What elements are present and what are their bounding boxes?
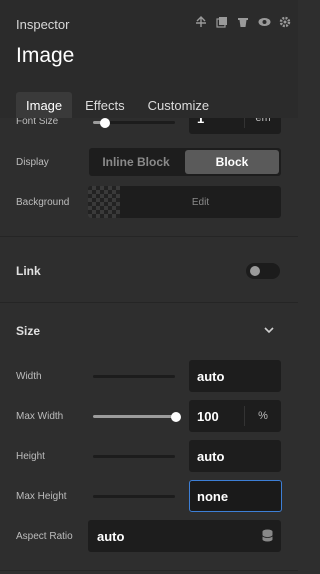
background-edit-label: Edit [191, 196, 210, 208]
tab-image[interactable]: Image [16, 92, 73, 118]
background-label: Background [16, 197, 70, 208]
max-height-label: Max Height [16, 491, 67, 502]
display-label: Display [16, 157, 49, 168]
background-picker[interactable]: Edit [88, 186, 281, 218]
display-row: Display Inline Block Block [0, 148, 298, 178]
inspector-subtitle: Inspector [16, 17, 70, 32]
width-input[interactable]: auto [189, 360, 281, 392]
link-toggle[interactable] [246, 263, 280, 279]
height-value: auto [197, 449, 225, 464]
width-slider[interactable] [93, 375, 175, 378]
divider [0, 302, 298, 303]
display-inline-block-option[interactable]: Inline Block [89, 148, 183, 176]
max-height-input[interactable]: none [189, 480, 282, 512]
chevron-down-icon[interactable] [264, 323, 274, 337]
max-width-slider[interactable] [93, 415, 175, 418]
display-block-option[interactable]: Block [185, 150, 279, 174]
link-label: Link [16, 264, 41, 278]
copy-icon[interactable] [215, 15, 229, 29]
height-slider[interactable] [93, 455, 175, 458]
eye-icon[interactable] [257, 15, 271, 29]
transparency-swatch [88, 186, 120, 218]
aspect-ratio-value: auto [97, 529, 125, 544]
width-value: auto [197, 369, 225, 384]
display-toggle: Inline Block Block [89, 148, 281, 176]
height-label: Height [16, 451, 45, 462]
max-width-slider-thumb[interactable] [171, 412, 181, 422]
tab-effects[interactable]: Effects [75, 92, 135, 118]
aspect-ratio-input[interactable]: auto [88, 520, 281, 552]
divider [0, 570, 298, 571]
aspect-ratio-label: Aspect Ratio [16, 531, 73, 542]
page-title: Image [16, 44, 75, 67]
tab-customize[interactable]: Customize [138, 92, 219, 118]
background-row: Background Edit [0, 186, 298, 218]
max-width-unit[interactable]: % [244, 406, 281, 426]
max-width-input[interactable]: 100 % [189, 400, 281, 432]
width-label: Width [16, 371, 42, 382]
divider [0, 236, 298, 237]
trash-icon[interactable] [236, 15, 250, 29]
max-width-value: 100 [197, 409, 219, 424]
height-input[interactable]: auto [189, 440, 281, 472]
database-icon[interactable] [262, 529, 273, 547]
arrow-up-icon[interactable] [194, 15, 208, 29]
size-section-title: Size [16, 324, 41, 338]
max-height-slider[interactable] [93, 495, 175, 498]
tab-bar: Image Effects Customize [16, 92, 222, 118]
gear-icon[interactable] [278, 15, 292, 29]
max-width-label: Max Width [16, 411, 64, 422]
header-toolbar [194, 15, 292, 29]
font-size-slider-thumb[interactable] [100, 118, 110, 128]
max-height-value: none [197, 489, 229, 504]
inspector-header: Inspector Image Image Effects Customize [0, 0, 298, 118]
